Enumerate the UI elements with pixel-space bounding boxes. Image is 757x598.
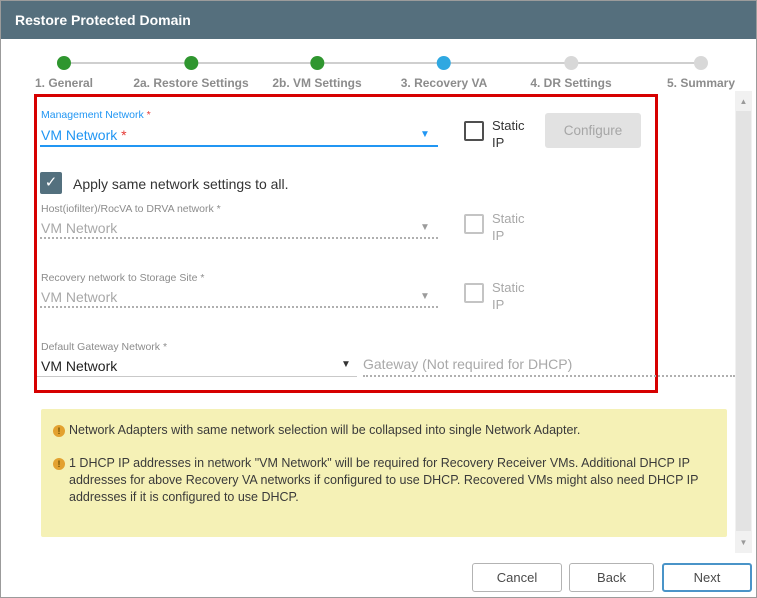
gateway-input[interactable]: [363, 353, 735, 377]
dialog-titlebar: Restore Protected Domain: [1, 1, 756, 39]
scrollbar-thumb[interactable]: [736, 111, 751, 531]
gateway-network-dropdown[interactable]: VM Network: [41, 358, 117, 374]
step-dot-pending-icon: [694, 56, 708, 70]
stepper-step-restore-settings[interactable]: 2a. Restore Settings: [133, 56, 248, 90]
recovery-static-ip-label: Static IP: [492, 279, 540, 313]
dialog-title: Restore Protected Domain: [15, 12, 191, 28]
notice-text: Network Adapters with same network selec…: [69, 422, 717, 439]
step-dot-current-icon: [437, 56, 451, 70]
stepper-step-general[interactable]: 1. General: [35, 56, 93, 90]
stepper-step-recovery-va[interactable]: 3. Recovery VA: [401, 56, 488, 90]
next-button[interactable]: Next: [662, 563, 752, 592]
step-label: 4. DR Settings: [530, 76, 611, 90]
apply-all-label: Apply same network settings to all.: [73, 176, 289, 192]
gateway-network-label: Default Gateway Network *: [41, 341, 167, 353]
step-dot-done-icon: [310, 56, 324, 70]
management-network-underline: [40, 145, 438, 147]
gateway-field-wrap: [363, 353, 735, 377]
recovery-network-underline: [40, 306, 438, 308]
management-network-label-text: Management Network: [41, 109, 147, 121]
required-asterisk: *: [147, 109, 151, 121]
management-static-ip-label: Static IP: [492, 117, 540, 151]
stepper-step-summary[interactable]: 5. Summary: [667, 56, 735, 90]
step-dot-pending-icon: [564, 56, 578, 70]
warning-icon: [53, 458, 65, 470]
apply-all-checkbox[interactable]: [40, 172, 62, 194]
chevron-down-icon[interactable]: [420, 130, 430, 140]
stepper-step-vm-settings[interactable]: 2b. VM Settings: [272, 56, 361, 90]
step-label: 3. Recovery VA: [401, 76, 488, 90]
step-dot-done-icon: [184, 56, 198, 70]
step-label: 1. General: [35, 76, 93, 90]
back-button[interactable]: Back: [569, 563, 654, 592]
chevron-down-icon: [420, 292, 430, 302]
scroll-down-icon[interactable]: [735, 534, 752, 551]
management-network-label: Management Network *: [41, 109, 151, 121]
chevron-down-icon[interactable]: [341, 360, 351, 370]
scroll-up-icon[interactable]: [735, 93, 752, 110]
recovery-network-label: Recovery network to Storage Site *: [41, 272, 204, 284]
host-network-underline: [40, 237, 438, 239]
management-network-value: VM Network: [41, 127, 121, 143]
gateway-network-underline: [37, 376, 357, 377]
step-label: 5. Summary: [667, 76, 735, 90]
restore-protected-domain-dialog: Restore Protected Domain 1. General 2a. …: [0, 0, 757, 598]
host-static-ip-checkbox: [464, 214, 484, 234]
stepper-step-dr-settings[interactable]: 4. DR Settings: [530, 56, 611, 90]
notice-text: 1 DHCP IP addresses in network "VM Netwo…: [69, 455, 717, 506]
chevron-down-icon: [420, 223, 430, 233]
required-asterisk: *: [121, 127, 126, 143]
management-static-ip-checkbox[interactable]: [464, 121, 484, 141]
configure-button[interactable]: Configure: [545, 113, 641, 148]
step-label: 2b. VM Settings: [272, 76, 361, 90]
step-label: 2a. Restore Settings: [133, 76, 248, 90]
host-network-label: Host(iofilter)/RocVA to DRVA network *: [41, 203, 221, 215]
step-dot-done-icon: [57, 56, 71, 70]
recovery-static-ip-checkbox: [464, 283, 484, 303]
vertical-scrollbar[interactable]: [735, 91, 752, 553]
host-network-dropdown: VM Network: [41, 220, 117, 236]
host-static-ip-label: Static IP: [492, 210, 540, 244]
management-network-dropdown[interactable]: VM Network *: [41, 127, 127, 143]
recovery-network-dropdown: VM Network: [41, 289, 117, 305]
warning-icon: [53, 425, 65, 437]
cancel-button[interactable]: Cancel: [472, 563, 562, 592]
